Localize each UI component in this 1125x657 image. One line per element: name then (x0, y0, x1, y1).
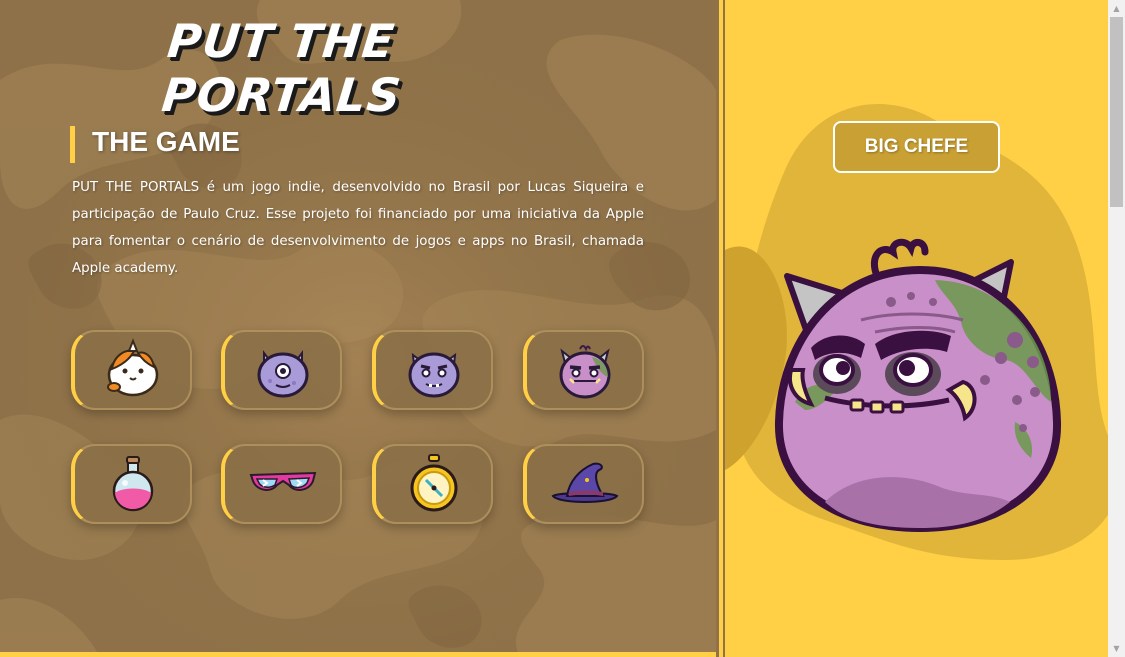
item-card-potion[interactable] (71, 444, 192, 524)
panel-bottom-border (0, 652, 716, 657)
item-card-witch-hat[interactable] (523, 444, 644, 524)
pink-potion-icon (112, 456, 153, 512)
character-name-button[interactable]: BIG CHEFE (833, 121, 1000, 173)
scrollbar-thumb[interactable] (1110, 17, 1123, 207)
item-card-stopwatch[interactable] (372, 444, 493, 524)
character-card-purple-monster[interactable] (372, 330, 493, 410)
featured-character-panel: BIG CHEFE (725, 0, 1108, 657)
character-card-hamster[interactable] (71, 330, 192, 410)
cyclops-monster-icon (257, 350, 308, 398)
stopwatch-icon (410, 454, 457, 512)
witch-hat-icon (551, 462, 618, 503)
character-card-cyclops[interactable] (221, 330, 342, 410)
game-logo-title: PUT THE PORTALS (159, 14, 405, 122)
purple-monster-icon (408, 352, 459, 398)
hamster-icon (106, 338, 158, 397)
section-title: THE GAME (92, 126, 240, 157)
game-description: PUT THE PORTALS é um jogo indie, desenvo… (72, 180, 644, 276)
page-scrollbar[interactable]: ▲ ▼ (1108, 0, 1125, 657)
big-chefe-monster-icon (559, 345, 610, 399)
scroll-down-arrow-icon[interactable]: ▼ (1108, 640, 1125, 657)
section-accent-bar (70, 126, 75, 163)
sunglasses-icon (249, 471, 316, 491)
game-info-panel: PUT THE PORTALS THE GAME PUT THE PORTALS… (0, 0, 716, 657)
scroll-up-arrow-icon[interactable]: ▲ (1108, 0, 1125, 17)
character-card-big-chefe[interactable] (523, 330, 644, 410)
big-chefe-monster-icon (774, 238, 1062, 532)
item-card-sunglasses[interactable] (221, 444, 342, 524)
